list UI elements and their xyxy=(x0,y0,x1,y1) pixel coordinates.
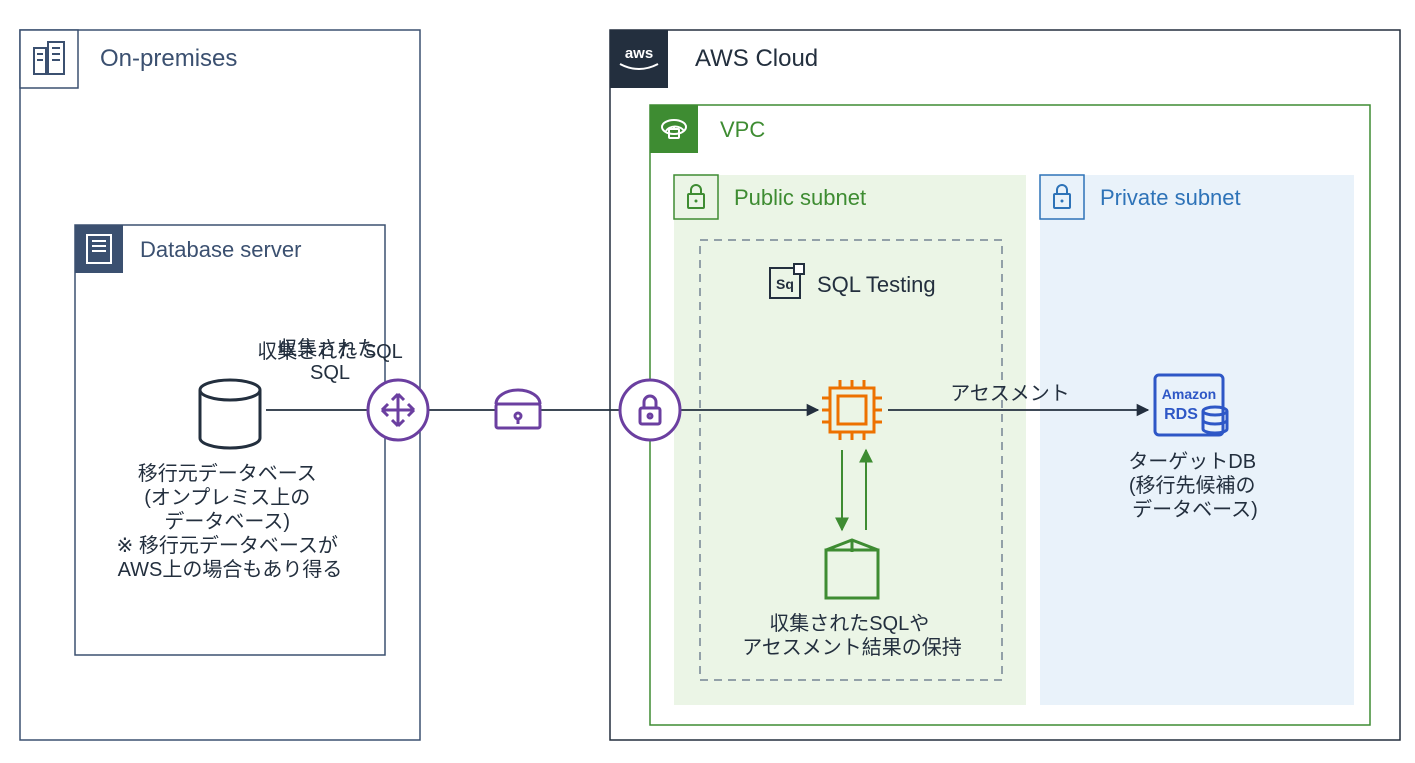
source-db-label: 移行元データベース (オンプレミス上の データベース) ※ 移行元データベースが… xyxy=(117,462,344,581)
svg-text:RDS: RDS xyxy=(1164,406,1198,423)
server-icon xyxy=(75,225,123,273)
assessment-label: アセスメント xyxy=(950,383,1070,405)
db-server-title: Database server xyxy=(140,237,301,262)
onprem-title: On-premises xyxy=(100,45,237,72)
architecture-diagram: On-premises Database server 収集された SQL 収集… xyxy=(0,0,1415,763)
onprem-group: On-premises Database server 収集された SQL 収集… xyxy=(20,30,420,740)
gateway-icon xyxy=(368,380,428,440)
private-subnet-title: Private subnet xyxy=(1100,185,1241,210)
public-subnet-title: Public subnet xyxy=(734,185,866,210)
svg-text:aws: aws xyxy=(625,45,653,62)
aws-icon: aws xyxy=(610,30,668,88)
svg-text:Sq: Sq xyxy=(776,276,794,292)
customer-gateway-icon xyxy=(496,390,540,428)
aws-cloud-title: AWS Cloud xyxy=(695,45,818,72)
svg-text:Amazon: Amazon xyxy=(1162,386,1216,402)
building-icon xyxy=(20,30,78,88)
target-db-label: ターゲットDB (移行先候補の データベース) xyxy=(1128,450,1261,521)
vpn-gateway-icon xyxy=(620,380,680,440)
database-icon xyxy=(200,380,260,448)
sql-testing-label: SQL Testing xyxy=(817,272,936,297)
vpc-icon xyxy=(650,105,698,153)
vpc-title: VPC xyxy=(720,117,765,142)
